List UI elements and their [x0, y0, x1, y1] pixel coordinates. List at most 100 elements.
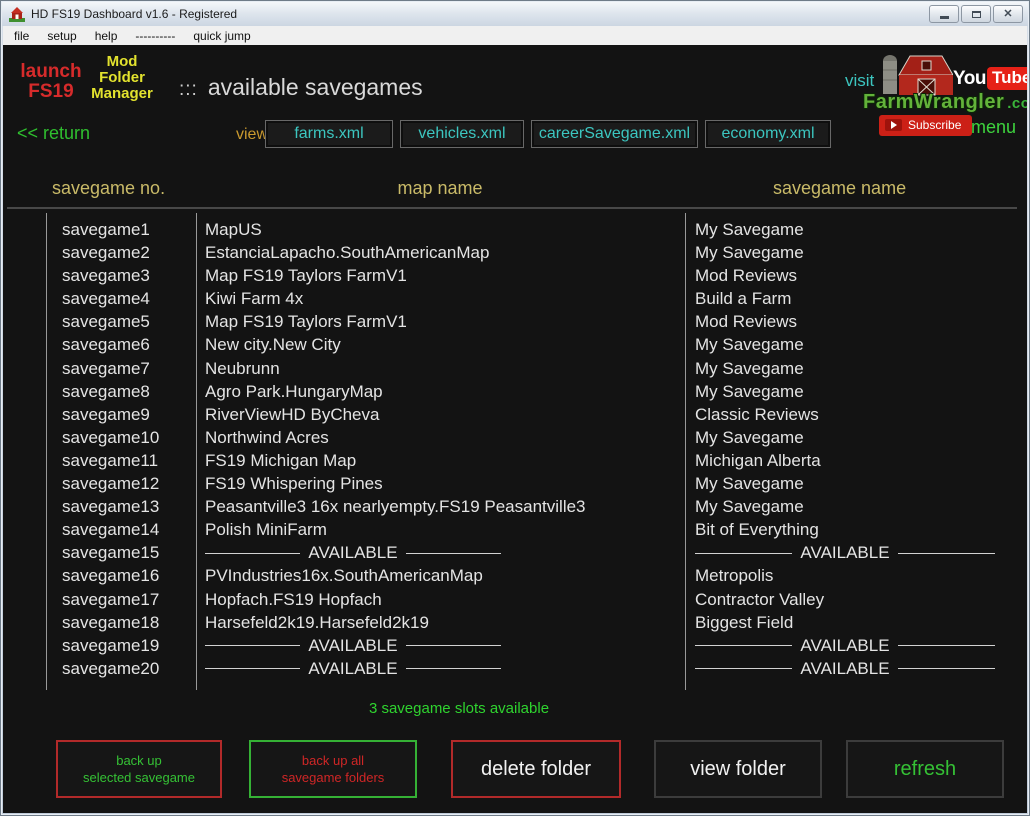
table-row[interactable]: savegame19AVAILABLEAVAILABLE	[3, 636, 1027, 659]
view-folder-button[interactable]: view folder	[654, 740, 822, 798]
savegame-name-cell: Bit of Everything	[695, 520, 995, 540]
table-row[interactable]: savegame11 FS19 Michigan Map Michigan Albe…	[3, 451, 1027, 474]
savegame-no-cell: savegame13	[62, 497, 159, 517]
tab-careersavegame-xml[interactable]: careerSavegame.xml	[531, 120, 698, 148]
table-row[interactable]: savegame3Map FS19 Taylors FarmV1Mod Revi…	[3, 266, 1027, 289]
app-window: HD FS19 Dashboard v1.6 - Registered ✕ fi…	[0, 0, 1030, 816]
table-row[interactable]: savegame5Map FS19 Taylors FarmV1Mod Revi…	[3, 312, 1027, 335]
table-row[interactable]: savegame2EstanciaLapacho.SouthAmericanMa…	[3, 243, 1027, 266]
table-row[interactable]: savegame12 FS19 Whispering Pines My Savega…	[3, 474, 1027, 497]
savegame-name-cell: My Savegame	[695, 220, 995, 240]
table-row[interactable]: savegame20 AVAILABLE AVAILABLE	[3, 659, 1027, 682]
farmwrangler-brand[interactable]: FarmWrangler.com	[863, 91, 1027, 114]
table-row[interactable]: savegame9RiverViewHD ByChevaClassic Revi…	[3, 405, 1027, 428]
maximize-button[interactable]	[961, 5, 991, 23]
column-header-savegame-no: savegame no.	[52, 178, 165, 199]
savegame-name-cell: My Savegame	[695, 497, 995, 517]
menu-bar: filesetuphelp----------quick jump	[3, 26, 1027, 45]
minimize-button[interactable]	[929, 5, 959, 23]
savegame-no-cell: savegame16	[62, 566, 159, 586]
table-row[interactable]: savegame8Agro Park.HungaryMapMy Savegame	[3, 382, 1027, 405]
brand-tld: .com	[1007, 95, 1027, 112]
column-header-savegame-name: savegame name	[773, 178, 906, 199]
table-row[interactable]: savegame17 Hopfach.FS19 Hopfach Contractor…	[3, 590, 1027, 613]
table-row[interactable]: savegame1MapUSMy Savegame	[3, 220, 1027, 243]
youtube-tube-badge: Tube	[987, 67, 1027, 90]
window-controls: ✕	[929, 5, 1023, 23]
map-name-cell: Neubrunn	[205, 359, 501, 379]
tab-economy-xml[interactable]: economy.xml	[705, 120, 831, 148]
mod-folder-manager-button[interactable]: Mod Folder Manager	[87, 54, 157, 102]
savegame-no-cell: savegame18	[62, 613, 159, 633]
savegame-no-cell: savegame12	[62, 474, 159, 494]
savegame-name-cell: My Savegame	[695, 243, 995, 263]
tab-farms-xml[interactable]: farms.xml	[265, 120, 393, 148]
savegame-name-cell-available-label: AVAILABLE	[800, 636, 889, 656]
table-row[interactable]: savegame15AVAILABLEAVAILABLE	[3, 543, 1027, 566]
maximize-icon	[972, 11, 981, 18]
savegame-name-cell: My Savegame	[695, 474, 995, 494]
savegame-name-cell: Michigan Alberta	[695, 451, 995, 471]
map-name-cell: Hopfach.FS19 Hopfach	[205, 590, 501, 610]
menu-link[interactable]: menu	[971, 117, 1016, 138]
header-divider	[7, 207, 1017, 209]
return-link[interactable]: << return	[17, 123, 90, 144]
table-row[interactable]: savegame10Northwind AcresMy Savegame	[3, 428, 1027, 451]
tab-vehicles-xml[interactable]: vehicles.xml	[400, 120, 524, 148]
map-name-cell: Polish MiniFarm	[205, 520, 501, 540]
table-row[interactable]: savegame7NeubrunnMy Savegame	[3, 359, 1027, 382]
savegame-name-cell: Biggest Field	[695, 613, 995, 633]
savegame-no-cell: savegame14	[62, 520, 159, 540]
subscribe-button[interactable]: Subscribe	[879, 115, 972, 136]
table-row[interactable]: savegame6New city.New CityMy Savegame	[3, 335, 1027, 358]
savegame-no-cell: savegame8	[62, 382, 150, 402]
savegame-name-cell-available-label: AVAILABLE	[800, 659, 889, 679]
map-name-cell: Map FS19 Taylors FarmV1	[205, 312, 501, 332]
menu-item-setup[interactable]: setup	[38, 28, 85, 44]
map-name-cell: EstanciaLapacho.SouthAmericanMap	[205, 243, 501, 263]
map-name-cell: AVAILABLE	[205, 659, 501, 679]
savegame-table-rows: savegame1MapUSMy Savegamesavegame2Estanc…	[3, 220, 1027, 682]
savegame-no-cell: savegame17	[62, 590, 159, 610]
page-title: :::available savegames	[179, 74, 423, 101]
map-name-cell: Harsefeld2k19.Harsefeld2k19	[205, 613, 501, 633]
table-row[interactable]: savegame18 Harsefeld2k19.Harsefeld2k19 Big…	[3, 613, 1027, 636]
savegame-name-cell: Mod Reviews	[695, 312, 995, 332]
savegame-name-cell: Mod Reviews	[695, 266, 995, 286]
backup-selected-button[interactable]: back up selected savegame	[56, 740, 222, 798]
map-name-cell: FS19 Michigan Map	[205, 451, 501, 471]
delete-folder-button[interactable]: delete folder	[451, 740, 621, 798]
menu-item-file[interactable]: file	[5, 28, 38, 44]
subscribe-label: Subscribe	[908, 118, 961, 132]
menu-item-help[interactable]: help	[86, 28, 127, 44]
launch-fs19-button[interactable]: launch FS19	[15, 62, 87, 102]
savegame-no-cell: savegame3	[62, 266, 150, 286]
map-name-cell: PVIndustries16x.SouthAmericanMap	[205, 566, 501, 586]
backup-all-button[interactable]: back up all savegame folders	[249, 740, 417, 798]
savegame-no-cell: savegame9	[62, 405, 150, 425]
minimize-icon	[940, 16, 949, 19]
play-icon	[885, 119, 902, 131]
savegame-name-cell: AVAILABLE	[695, 636, 995, 656]
savegame-name-cell: Contractor Valley	[695, 590, 995, 610]
window-title: HD FS19 Dashboard v1.6 - Registered	[31, 7, 237, 21]
savegame-name-cell: My Savegame	[695, 359, 995, 379]
table-row[interactable]: savegame14 Polish MiniFarm Bit of Everythi…	[3, 520, 1027, 543]
table-row[interactable]: savegame16 PVIndustries16x.SouthAmericanM…	[3, 566, 1027, 589]
menu-item-quick-jump[interactable]: quick jump	[184, 28, 259, 44]
close-button[interactable]: ✕	[993, 5, 1023, 23]
map-name-cell: FS19 Whispering Pines	[205, 474, 501, 494]
main-content: launch FS19 Mod Folder Manager :::availa…	[3, 45, 1027, 813]
savegame-no-cell: savegame11	[62, 451, 158, 471]
table-row[interactable]: savegame13Peasantville3 16x nearlyempty.…	[3, 497, 1027, 520]
savegame-no-cell: savegame4	[62, 289, 150, 309]
brand-name: FarmWrangler	[863, 91, 1004, 113]
youtube-logo-icon[interactable]: You Tube	[953, 67, 1027, 90]
savegame-no-cell: savegame6	[62, 335, 150, 355]
table-row[interactable]: savegame4Kiwi Farm 4xBuild a Farm	[3, 289, 1027, 312]
refresh-button[interactable]: refresh	[846, 740, 1004, 798]
savegame-no-cell: savegame10	[62, 428, 159, 448]
map-name-cell: Agro Park.HungaryMap	[205, 382, 501, 402]
page-title-text: available savegames	[208, 74, 423, 100]
savegame-no-cell: savegame20	[62, 659, 159, 679]
